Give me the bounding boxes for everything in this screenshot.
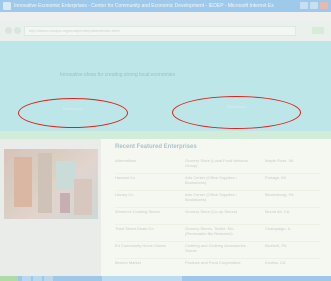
quicklaunch-icon[interactable] — [44, 276, 53, 281]
enterprise-name[interactable]: Benton Market — [115, 260, 177, 265]
enterprise-type: Grocery Store (Local Food Network Group) — [185, 158, 248, 168]
enterprise-type: Produce and Food Cooperative — [185, 260, 241, 265]
back-icon[interactable] — [5, 27, 12, 34]
start-button[interactable] — [0, 276, 18, 281]
address-bar: http://www.ccedpa.org/ieedp/enterprises/… — [0, 21, 331, 41]
enterprise-name[interactable]: Third Street Deals Co — [115, 226, 177, 231]
enterprise-name[interactable]: Library Co — [115, 192, 177, 197]
enterprise-location: Bloomsburg, PA — [265, 192, 294, 197]
quicklaunch-icon[interactable] — [33, 276, 42, 281]
nav-link-resources[interactable]: Resources — [173, 104, 300, 109]
enterprise-location: Maple River, VA — [265, 158, 294, 163]
menu-bar: File Edit View Favorites Tools Help — [0, 12, 331, 26]
browser-icon — [3, 2, 11, 10]
table-row[interactable]: Ed Community Home Stores Clothing and Cl… — [115, 241, 321, 259]
table-row[interactable]: Women's Cooking Sector Grocery Store (Co… — [115, 207, 321, 225]
enterprise-type: Clothing and Clothing Accessories Stores — [185, 243, 246, 253]
enterprise-location: Portage, MI — [265, 175, 286, 180]
banner-tagline: Innovative ideas for creating strong loc… — [60, 72, 176, 78]
window-titlebar: Innovative Economic Enterprises - Center… — [0, 0, 331, 12]
table-row[interactable]: Alternatives Grocery Store (Local Food N… — [115, 156, 321, 174]
address-url: http://www.ccedpa.org/ieedp/enterprises/… — [29, 28, 120, 33]
left-panel — [0, 139, 101, 276]
enterprise-name[interactable]: Harvest Co — [115, 175, 177, 180]
enterprise-location: Eureka, CA — [265, 260, 286, 265]
forward-icon[interactable] — [14, 27, 21, 34]
table-row[interactable]: Library Co Arts Center (Office Supplies … — [115, 190, 321, 208]
taskbar-task[interactable] — [102, 276, 182, 281]
nav-link-enterprises[interactable]: Enterprises — [19, 106, 127, 111]
enterprise-type: Arts Center (Office Supplies / Bookstore… — [185, 175, 237, 185]
minimize-icon[interactable] — [300, 2, 308, 9]
enterprise-name[interactable]: Ed Community Home Stores — [115, 243, 177, 248]
go-button[interactable] — [312, 27, 324, 34]
featured-enterprises: Recent Featured Enterprises Alternatives… — [101, 139, 331, 276]
annotation-oval-left[interactable]: Enterprises — [18, 98, 128, 128]
enterprise-location: Champaign, IL — [265, 226, 292, 231]
enterprise-name[interactable]: Alternatives — [115, 158, 177, 163]
enterprise-type: Arts Center (Office Supplies / Bookstore… — [185, 192, 237, 202]
taskbar — [0, 276, 331, 281]
quicklaunch-icon[interactable] — [22, 276, 31, 281]
site-banner: Innovative ideas for creating strong loc… — [0, 41, 331, 131]
close-icon[interactable] — [320, 2, 328, 9]
address-field[interactable]: http://www.ccedpa.org/ieedp/enterprises/… — [24, 26, 296, 36]
enterprise-type: Grocery Stores, Textile, Etc. (Renewable… — [185, 226, 235, 236]
enterprise-name[interactable]: Women's Cooking Sector — [115, 209, 177, 214]
window-title: Innovative Economic Enterprises - Center… — [14, 3, 274, 9]
enterprise-location: Mount Air, CA — [265, 209, 290, 214]
enterprise-type: Grocery Store (Co-op Stores) — [185, 209, 238, 214]
banner-divider — [0, 131, 331, 139]
annotation-oval-right[interactable]: Resources — [172, 96, 301, 129]
storefront-photo — [4, 149, 98, 219]
section-heading: Recent Featured Enterprises — [115, 144, 197, 150]
maximize-icon[interactable] — [310, 2, 318, 9]
table-row[interactable]: Third Street Deals Co Grocery Stores, Te… — [115, 224, 321, 242]
enterprise-location: Bluebell, PA — [265, 243, 287, 248]
table-row[interactable]: Benton Market Produce and Food Cooperati… — [115, 258, 321, 275]
table-row[interactable]: Harvest Co Arts Center (Office Supplies … — [115, 173, 321, 191]
